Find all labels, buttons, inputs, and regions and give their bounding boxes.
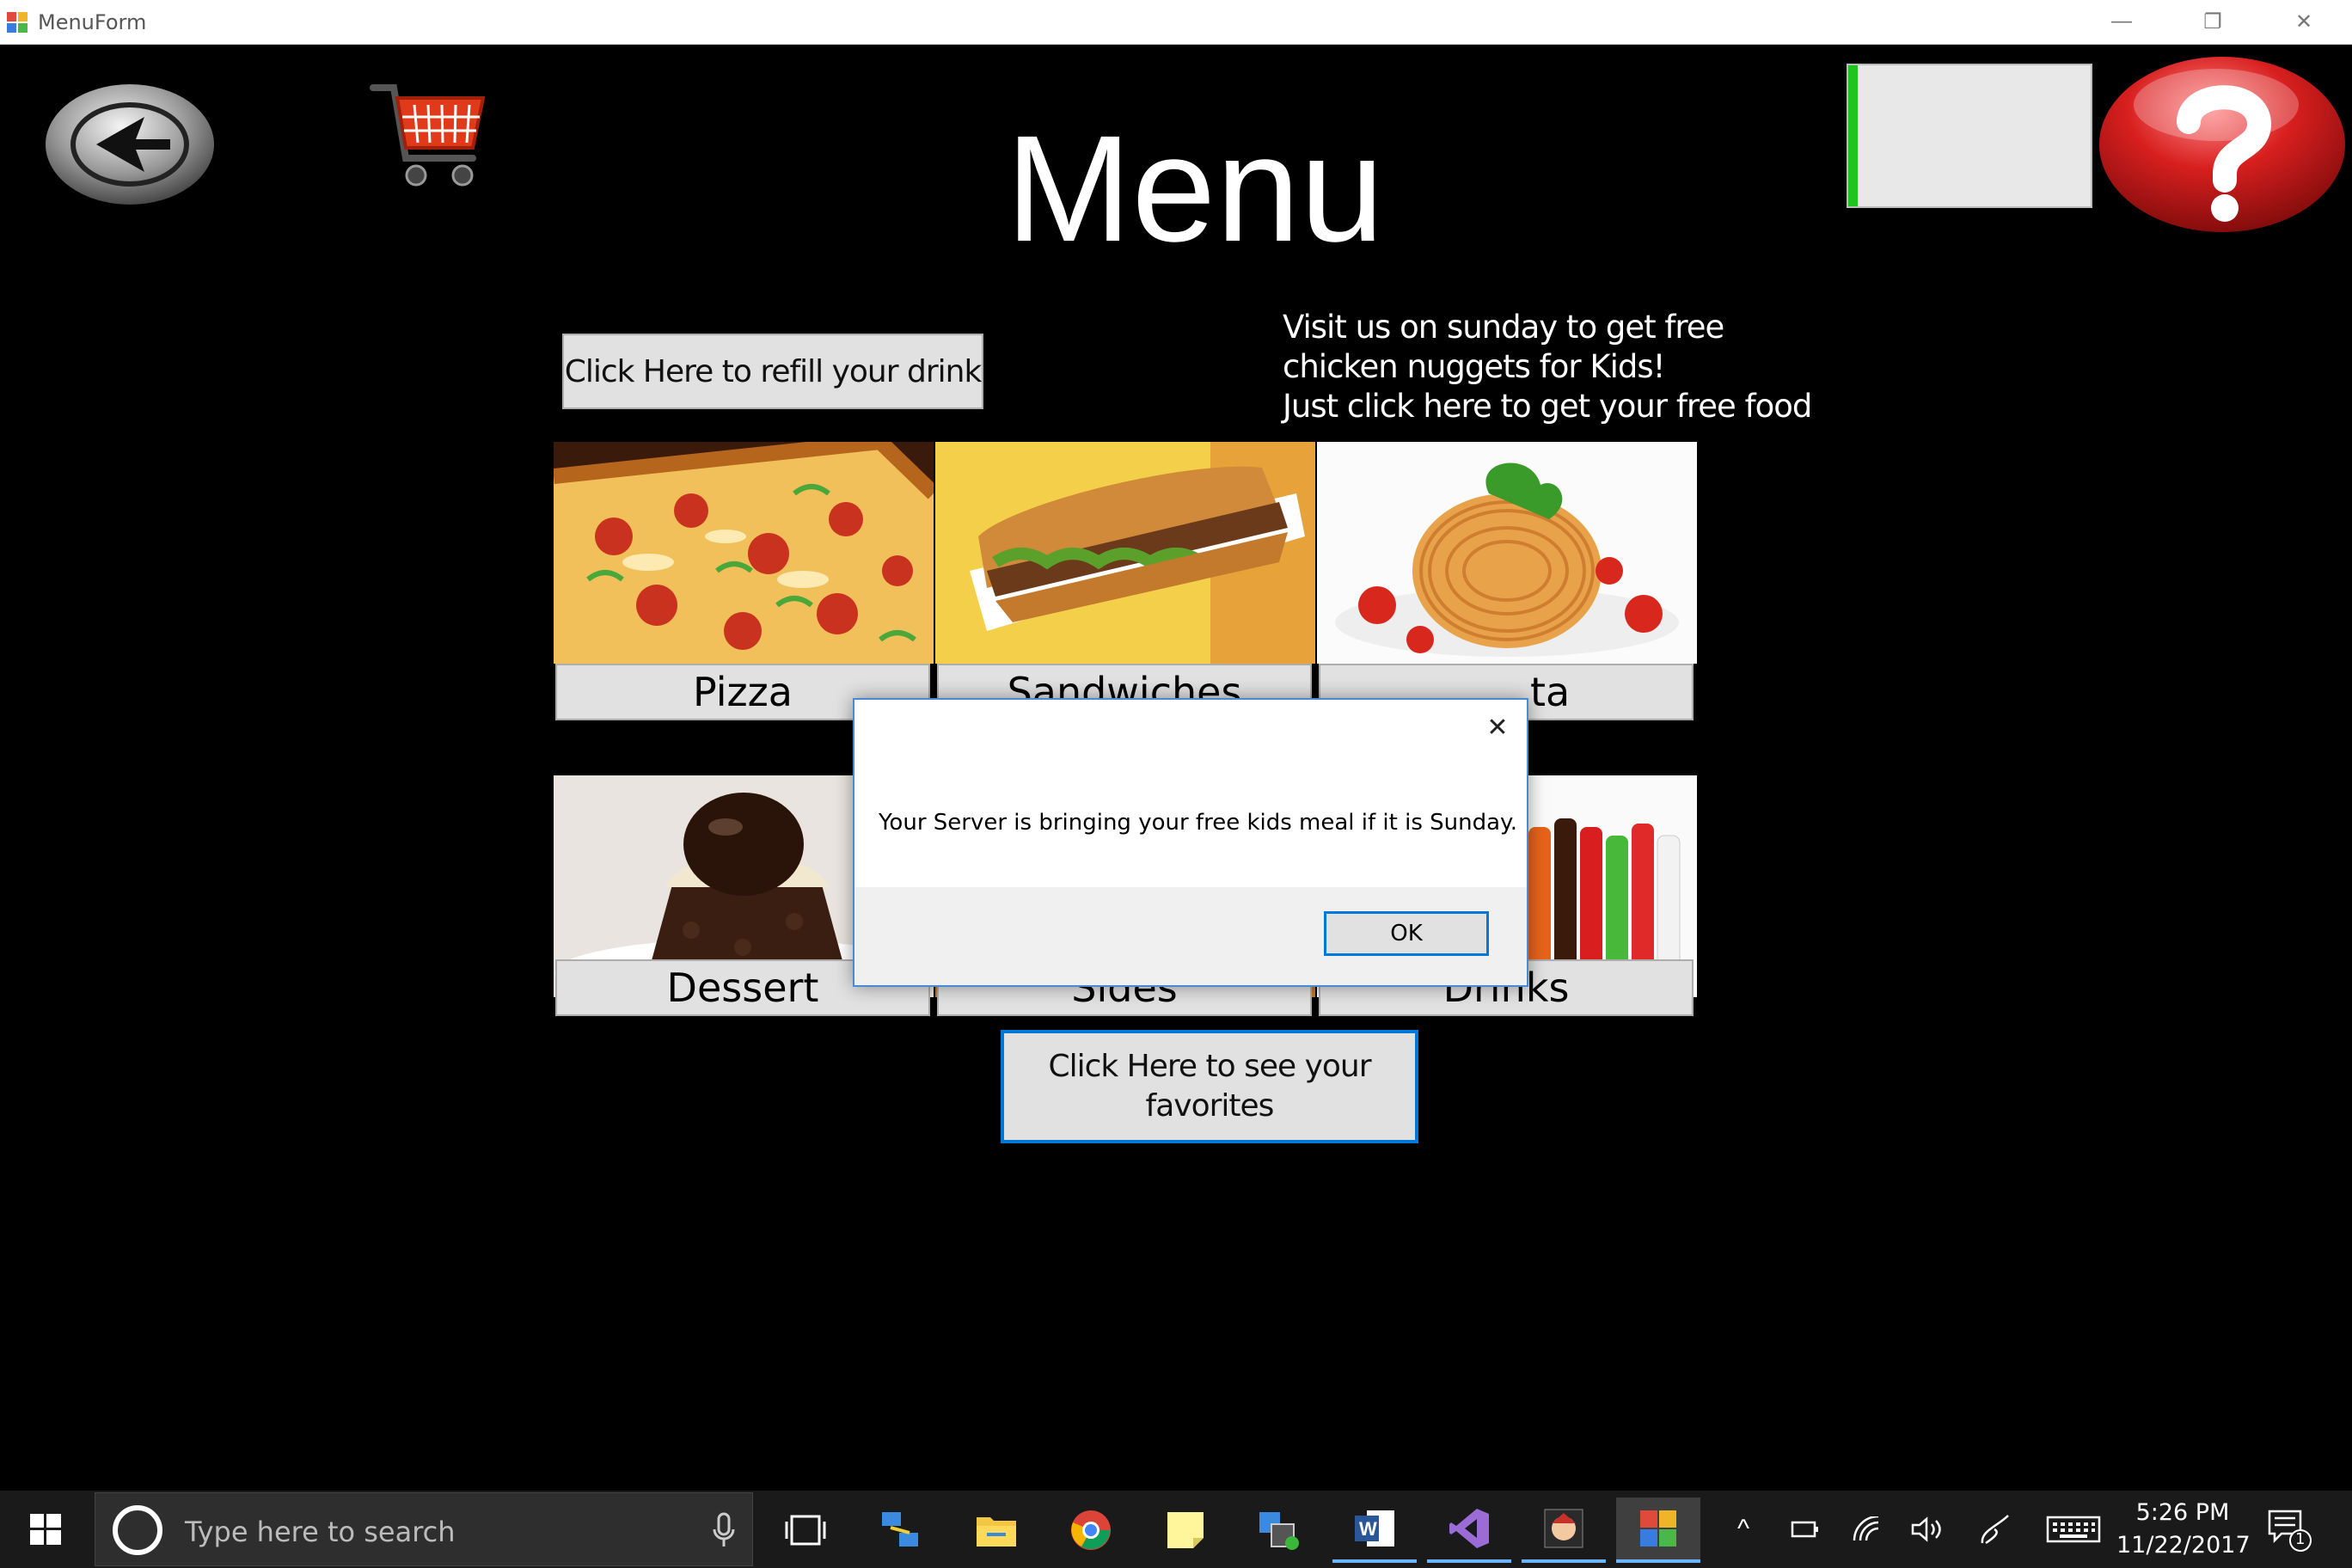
menuform-app-icon[interactable] <box>1616 1498 1700 1563</box>
show-hidden-icons-chevron-icon[interactable]: ^ <box>1721 1508 1766 1551</box>
restore-button[interactable]: ❐ <box>2168 0 2257 43</box>
search-placeholder: Type here to search <box>185 1516 456 1548</box>
taskbar: Type here to search W ^ 5:26 PM 11/22/20… <box>0 1491 2352 1568</box>
battery-icon[interactable] <box>1783 1508 1828 1551</box>
app-icon <box>7 12 28 33</box>
favorites-button[interactable]: Click Here to see your favorites <box>1001 1030 1418 1143</box>
minimize-button[interactable]: — <box>2077 0 2166 43</box>
clock-date[interactable]: 11/22/2017 <box>2116 1532 2251 1559</box>
visual-studio-icon[interactable] <box>1427 1498 1511 1563</box>
dialog-footer: OK <box>854 887 1527 985</box>
close-window-button[interactable]: ✕ <box>2259 0 2349 43</box>
game-app-icon[interactable] <box>1522 1498 1606 1563</box>
sandwich-image[interactable] <box>935 442 1315 664</box>
file-explorer-icon[interactable] <box>954 1498 1038 1563</box>
volume-icon[interactable] <box>1905 1508 1950 1551</box>
progress-bar <box>1847 64 2092 208</box>
notification-count: 1 <box>2295 1530 2306 1548</box>
dialog-message: Your Server is bringing your free kids m… <box>879 810 1517 836</box>
promo-line: chicken nuggets for Kids! <box>1283 348 1665 385</box>
svg-text:W: W <box>1359 1518 1377 1540</box>
refill-drink-button[interactable]: Click Here to refill your drink <box>562 334 983 409</box>
shopping-cart-icon[interactable] <box>368 76 488 196</box>
action-center-icon[interactable]: 1 <box>2266 1506 2314 1554</box>
network-app-icon[interactable] <box>858 1498 942 1563</box>
task-view-icon[interactable] <box>763 1498 848 1563</box>
page-title: Menu <box>1005 105 1385 273</box>
taskbar-search-box[interactable]: Type here to search <box>95 1492 753 1566</box>
touch-keyboard-icon[interactable] <box>2043 1508 2104 1551</box>
cortana-icon[interactable] <box>113 1505 162 1555</box>
chrome-icon[interactable] <box>1049 1498 1133 1563</box>
sticky-notes-icon[interactable] <box>1143 1498 1228 1563</box>
back-arrow-icon[interactable] <box>43 79 217 206</box>
progress-fill <box>1848 65 1859 206</box>
menu-form: Menu Click Here to refill your drink Vis… <box>0 45 2352 1491</box>
window-titlebar: MenuForm — ❐ ✕ <box>0 0 2352 45</box>
window-title: MenuForm <box>38 10 147 34</box>
free-kids-meal-link[interactable]: Visit us on sunday to get free chicken n… <box>1283 308 1841 426</box>
promo-line: Visit us on sunday to get free <box>1283 309 1724 346</box>
microphone-icon[interactable] <box>711 1512 737 1548</box>
wifi-icon[interactable] <box>1845 1508 1890 1551</box>
pasta-image[interactable] <box>1317 442 1697 664</box>
promo-line: Just click here to get your free food <box>1283 388 1812 425</box>
pizza-image[interactable] <box>554 442 934 664</box>
message-dialog: ✕ Your Server is bringing your free kids… <box>853 698 1528 987</box>
vpn-app-icon[interactable] <box>1236 1498 1320 1563</box>
word-icon[interactable]: W <box>1332 1498 1417 1563</box>
question-mark-icon[interactable] <box>2096 52 2349 236</box>
pen-ink-icon[interactable] <box>1972 1508 2017 1551</box>
clock-time[interactable]: 5:26 PM <box>2120 1499 2245 1526</box>
ok-button[interactable]: OK <box>1324 911 1489 956</box>
close-icon[interactable]: ✕ <box>1479 708 1516 746</box>
windows-start-icon[interactable] <box>0 1491 91 1568</box>
